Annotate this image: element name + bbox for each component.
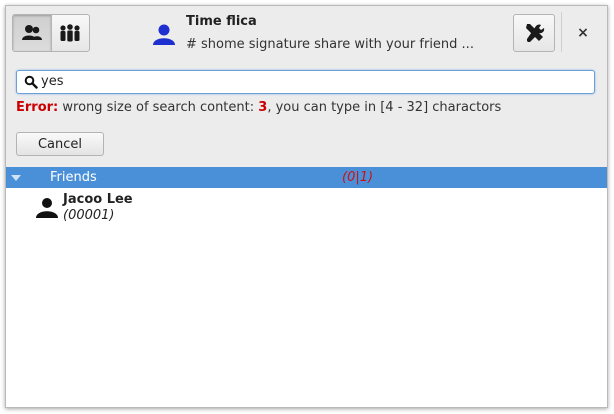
contacts-icon	[21, 25, 42, 40]
cancel-button[interactable]: Cancel	[16, 132, 104, 156]
user-avatar-icon[interactable]	[152, 23, 176, 45]
search-icon	[24, 75, 38, 89]
main-window: Time flica # shome signature share with …	[5, 5, 608, 408]
error-text-before: wrong size of search content:	[58, 100, 259, 115]
groups-mode-button[interactable]	[52, 15, 90, 51]
titlebar-separator	[561, 12, 562, 52]
groups-icon	[60, 24, 80, 42]
error-message: Error: wrong size of search content: 3, …	[16, 100, 501, 115]
expander-down-icon[interactable]	[10, 174, 22, 182]
search-panel: Error: wrong size of search content: 3, …	[6, 60, 607, 167]
error-count: 3	[258, 100, 268, 115]
tools-icon	[526, 24, 545, 42]
tools-button[interactable]	[513, 14, 555, 52]
group-name: Friends	[50, 170, 97, 185]
friend-id: (00001)	[63, 208, 115, 223]
friend-list-item[interactable]: Jacoo Lee (00001)	[6, 189, 607, 223]
friend-avatar-icon	[36, 198, 58, 218]
group-header-friends[interactable]: Friends (0|1)	[6, 167, 607, 188]
search-input[interactable]	[41, 72, 581, 90]
error-text-after: , you can type in [4 - 32] charactors	[267, 100, 502, 115]
friend-name: Jacoo Lee	[63, 192, 133, 207]
contacts-mode-button[interactable]	[13, 15, 52, 51]
mode-switch	[12, 14, 90, 52]
close-button[interactable]: ×	[572, 22, 594, 44]
title-bar: Time flica # shome signature share with …	[6, 6, 607, 60]
app-name: Time flica	[186, 14, 257, 29]
friend-list: Friends (0|1) Jacoo Lee (00001)	[6, 167, 607, 407]
group-count: (0|1)	[342, 170, 374, 185]
error-label: Error:	[16, 100, 59, 115]
search-box[interactable]	[16, 70, 595, 94]
user-signature[interactable]: # shome signature share with your friend…	[186, 37, 474, 52]
